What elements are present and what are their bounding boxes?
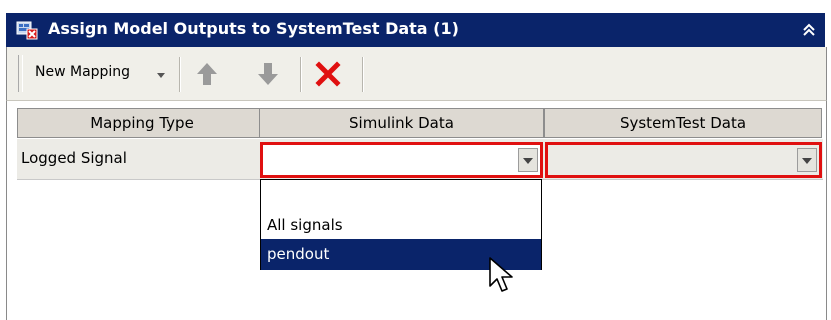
delete-x-icon[interactable]	[313, 57, 343, 91]
simulink-data-combo[interactable]	[260, 142, 543, 178]
dropdown-option-blank[interactable]	[261, 180, 541, 211]
collapse-chevron-icon[interactable]	[801, 21, 817, 39]
new-mapping-dropdown-icon[interactable]	[157, 73, 165, 78]
toolbar-separator	[179, 57, 181, 92]
simulink-data-dropdown-button[interactable]	[518, 148, 538, 172]
systemtest-mapping-icon	[16, 21, 38, 40]
chevron-down-icon	[802, 158, 812, 164]
chevron-down-icon	[523, 158, 533, 164]
column-header-systemtest-data[interactable]: SystemTest Data	[544, 108, 822, 138]
systemtest-data-dropdown-button[interactable]	[797, 148, 817, 172]
toolbar-separator	[362, 57, 364, 92]
column-header-simulink-data[interactable]: Simulink Data	[259, 108, 544, 138]
mapping-toolbar: New Mapping	[6, 47, 827, 101]
panel-title: Assign Model Outputs to SystemTest Data …	[48, 19, 459, 38]
new-mapping-button[interactable]: New Mapping	[35, 64, 130, 80]
move-up-arrow-icon[interactable]	[192, 57, 222, 91]
systemtest-data-combo[interactable]	[545, 142, 822, 178]
dropdown-option-all-signals[interactable]: All signals	[261, 210, 541, 241]
mapping-type-cell: Logged Signal	[21, 149, 127, 167]
panel-title-bar: Assign Model Outputs to SystemTest Data …	[6, 13, 825, 47]
toolbar-separator	[300, 57, 302, 92]
toolbar-grip[interactable]	[18, 55, 23, 92]
assign-outputs-panel: Assign Model Outputs to SystemTest Data …	[0, 0, 831, 320]
mouse-pointer-icon	[489, 257, 513, 292]
column-header-mapping-type[interactable]: Mapping Type	[17, 108, 267, 138]
move-down-arrow-icon[interactable]	[253, 57, 283, 91]
